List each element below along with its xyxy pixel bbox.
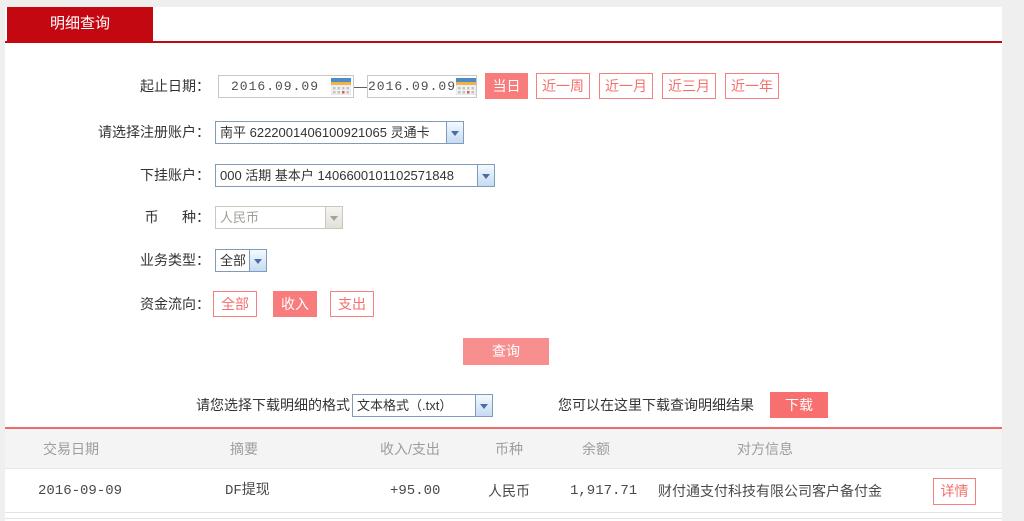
fund-flow-label: 资金流向： xyxy=(5,291,210,317)
header-balance: 余额 xyxy=(582,429,610,469)
date-from-value: 2016.09.09 xyxy=(219,79,331,94)
sub-account-label: 下挂账户： xyxy=(5,162,210,188)
register-account-value: 南平 6222001406100921065 灵通卡 xyxy=(220,125,430,140)
date-from-input[interactable]: 2016.09.09 xyxy=(218,75,354,98)
quick-range-week-button[interactable]: 近一周 xyxy=(536,73,590,99)
cell-trade-date: 2016-09-09 xyxy=(38,470,122,512)
chevron-down-icon xyxy=(475,395,492,416)
business-type-select[interactable]: 全部 xyxy=(215,249,267,272)
fund-flow-expense-button[interactable]: 支出 xyxy=(330,291,374,317)
calendar-icon[interactable] xyxy=(456,78,476,95)
table-row: 2016-09-09 DF提现 +95.00 人民币 1,917.71 财付通支… xyxy=(5,470,1002,513)
query-button[interactable]: 查询 xyxy=(463,338,549,365)
page-background: { "colors": { "tab_red": "#c40812", "acc… xyxy=(0,0,1024,521)
header-amount: 收入/支出 xyxy=(380,429,440,469)
cell-counterparty: 财付通支付科技有限公司客户备付金 xyxy=(658,470,882,512)
calendar-icon[interactable] xyxy=(331,78,351,95)
fund-flow-all-button[interactable]: 全部 xyxy=(213,291,257,317)
quick-range-month-button[interactable]: 近一月 xyxy=(599,73,653,99)
tab-underline xyxy=(5,41,1002,43)
cell-summary: DF提现 xyxy=(225,470,270,512)
date-separator: — xyxy=(354,73,368,100)
chevron-down-icon xyxy=(477,165,494,186)
header-currency: 币种 xyxy=(495,429,523,469)
content-panel: 明细查询 起止日期： 2016.09.09 — 2016.09.09 xyxy=(5,7,1002,521)
chevron-down-icon xyxy=(249,250,266,271)
date-range-row: 起止日期： 2016.09.09 — 2016.09.09 xyxy=(5,73,1002,101)
cell-amount: +95.00 xyxy=(390,470,440,512)
download-format-value: 文本格式（.txt） xyxy=(357,398,452,413)
currency-value: 人民币 xyxy=(220,210,259,225)
date-range-label: 起止日期： xyxy=(5,73,210,99)
currency-label: 币 种： xyxy=(5,204,210,230)
download-hint: 您可以在这里下载查询明细结果 xyxy=(558,392,754,418)
header-counterparty: 对方信息 xyxy=(737,429,793,469)
currency-select: 人民币 xyxy=(215,206,343,229)
header-summary: 摘要 xyxy=(230,429,258,469)
sub-account-value: 000 活期 基本户 1406600101102571848 xyxy=(220,168,454,183)
register-account-select[interactable]: 南平 6222001406100921065 灵通卡 xyxy=(215,121,464,144)
fund-flow-row: 资金流向： 全部 收入 支出 xyxy=(5,291,1002,319)
business-type-value: 全部 xyxy=(220,253,246,268)
date-to-value: 2016.09.09 xyxy=(368,79,456,94)
business-type-row: 业务类型： 全部 xyxy=(5,247,1002,275)
chevron-down-icon xyxy=(446,122,463,143)
detail-button[interactable]: 详情 xyxy=(933,478,976,505)
sub-account-row: 下挂账户： 000 活期 基本户 1406600101102571848 xyxy=(5,162,1002,190)
header-trade-date: 交易日期 xyxy=(43,429,99,469)
cell-currency: 人民币 xyxy=(488,470,530,512)
download-button[interactable]: 下载 xyxy=(770,392,828,418)
register-account-label: 请选择注册账户： xyxy=(5,119,210,145)
download-row: 请您选择下载明细的格式 文本格式（.txt） 您可以在这里下载查询明细结果 下载 xyxy=(5,392,1002,420)
quick-range-today-button[interactable]: 当日 xyxy=(485,73,528,99)
download-format-label: 请您选择下载明细的格式 xyxy=(196,392,350,418)
business-type-label: 业务类型： xyxy=(5,247,210,273)
download-format-select[interactable]: 文本格式（.txt） xyxy=(352,394,493,417)
fund-flow-income-button[interactable]: 收入 xyxy=(273,291,317,317)
cell-balance: 1,917.71 xyxy=(570,470,637,512)
tab-detail-query[interactable]: 明细查询 xyxy=(7,7,153,41)
sub-account-select[interactable]: 000 活期 基本户 1406600101102571848 xyxy=(215,164,495,187)
register-account-row: 请选择注册账户： 南平 6222001406100921065 灵通卡 xyxy=(5,119,1002,147)
quick-range-quarter-button[interactable]: 近三月 xyxy=(662,73,716,99)
table-header: 交易日期 摘要 收入/支出 币种 余额 对方信息 xyxy=(5,429,1002,469)
date-to-input[interactable]: 2016.09.09 xyxy=(367,75,477,98)
quick-range-year-button[interactable]: 近一年 xyxy=(725,73,779,99)
chevron-down-icon xyxy=(325,207,342,228)
currency-row: 币 种： 人民币 xyxy=(5,204,1002,232)
